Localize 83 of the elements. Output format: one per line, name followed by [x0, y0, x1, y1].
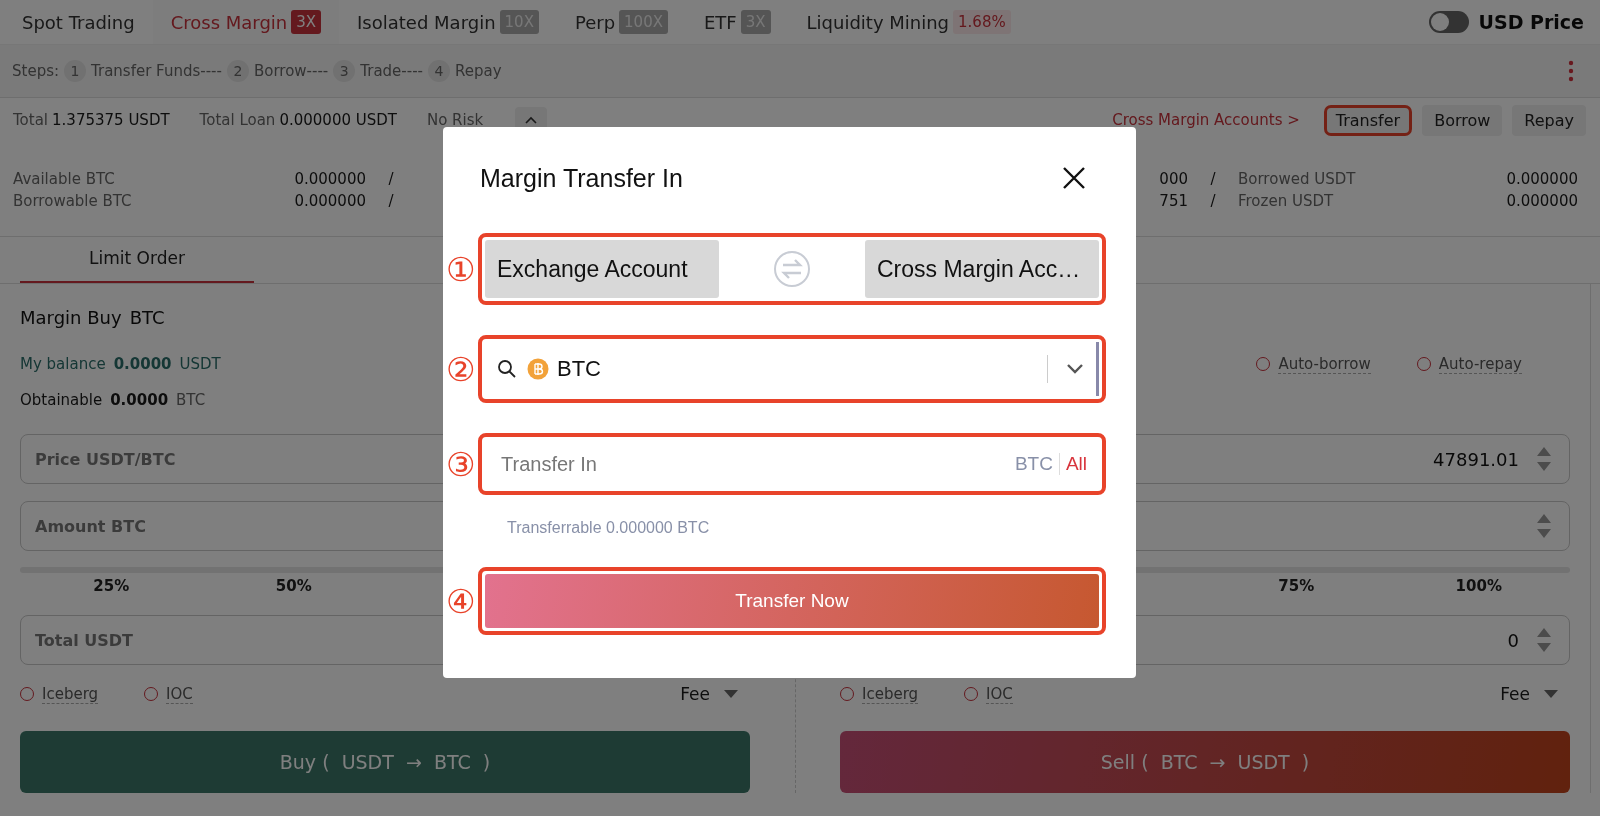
order-type-tab[interactable]: Limit Order	[20, 237, 254, 283]
market-tab[interactable]: Spot Trading	[4, 0, 153, 44]
steps-label: Steps:	[12, 62, 60, 80]
unit-label: BTC	[1014, 453, 1060, 475]
all-link[interactable]: All	[1059, 453, 1087, 475]
stepper-icon[interactable]	[1535, 626, 1553, 654]
step-number: 3	[333, 60, 356, 82]
separator-text: /	[387, 192, 395, 210]
step-marker: ②	[444, 352, 477, 386]
option-label: Auto-repay	[1438, 354, 1522, 374]
step-number: 4	[427, 60, 450, 82]
risk-label: No Risk	[426, 111, 484, 129]
balance-unit: USDT	[179, 355, 221, 373]
transfer-now-button[interactable]: Transfer Now	[485, 574, 1099, 628]
percent-label: 100%	[1454, 577, 1503, 595]
stat-label: Available BTC	[13, 170, 116, 188]
balance-label: My balance	[20, 355, 106, 373]
coin-icon	[525, 357, 549, 381]
from-account[interactable]: Exchange Account	[485, 240, 719, 298]
buy-button[interactable]: Buy ( USDT → BTC )	[20, 731, 750, 793]
obtainable-label: Obtainable	[20, 391, 103, 409]
close-icon[interactable]	[1062, 166, 1086, 190]
separator-text: /	[1209, 192, 1217, 210]
percent-label: 50%	[274, 577, 313, 595]
stat-value: 0.000000	[1505, 192, 1578, 210]
stat-value: 751	[1158, 192, 1188, 210]
swap-icon[interactable]	[773, 250, 811, 288]
more-icon[interactable]	[1568, 60, 1574, 82]
step-label: Transfer Funds----	[91, 62, 222, 80]
step-marker: ④	[444, 584, 477, 618]
step-number: 2	[226, 60, 249, 82]
separator-text: /	[387, 170, 395, 188]
loan-value: 0.000000 USDT	[279, 111, 397, 129]
account-button[interactable]: Borrow	[1422, 104, 1503, 136]
percent-label: 75%	[1277, 577, 1316, 595]
stat-value: 0.000000	[293, 192, 366, 210]
stat-value: 0.000000	[1505, 170, 1578, 188]
stepper-icon[interactable]	[1535, 512, 1553, 540]
stat-label: Borrowable BTC	[13, 192, 133, 210]
dropdown-icon[interactable]	[1544, 690, 1558, 698]
market-tab[interactable]: Liquidity Mining 1.68%	[788, 0, 1029, 44]
step-marker: ③	[444, 447, 477, 481]
dropdown-icon[interactable]	[724, 690, 738, 698]
separator-text: /	[1209, 170, 1217, 188]
step-label: Trade----	[360, 62, 423, 80]
total-label: Total	[13, 111, 49, 129]
obtainable-value: 0.0000	[110, 391, 169, 409]
stat-value: 0.000000	[293, 170, 366, 188]
coin-select[interactable]: BTC	[485, 342, 1099, 396]
step-label: Repay	[454, 62, 502, 80]
account-button[interactable]: Transfer	[1323, 104, 1413, 136]
option-label: Iceberg	[42, 684, 99, 704]
sell-button[interactable]: Sell ( BTC → USDT )	[840, 731, 1570, 793]
account-button[interactable]: Repay	[1512, 104, 1586, 136]
step-number: 1	[64, 60, 87, 82]
option-label: IOC	[166, 684, 193, 704]
option-label: Auto-borrow	[1278, 354, 1371, 374]
fee-label[interactable]: Fee	[1500, 684, 1530, 704]
caret-icon	[525, 116, 538, 124]
search-icon	[497, 359, 517, 379]
toggle-label: USD Price	[1478, 11, 1584, 33]
option-label: IOC	[986, 684, 1013, 704]
dialog-title: Margin Transfer In	[480, 163, 683, 193]
to-account[interactable]: Cross Margin Acc…	[865, 240, 1099, 298]
stat-label: Borrowed USDT	[1238, 170, 1357, 188]
panel-title: Margin Buy	[20, 306, 122, 328]
stepper-icon[interactable]	[1535, 445, 1553, 473]
balance-value: 0.0000	[113, 355, 172, 373]
percent-label: 25%	[92, 577, 131, 595]
accounts-link[interactable]: Cross Margin Accounts >	[1112, 111, 1300, 129]
fee-label[interactable]: Fee	[680, 684, 710, 704]
step-label: Borrow----	[253, 62, 329, 80]
asset-label: BTC	[129, 306, 165, 328]
stat-value: 000	[1158, 170, 1188, 188]
toggle-switch[interactable]	[1428, 11, 1469, 33]
step-marker: ①	[444, 252, 477, 286]
option-label: Iceberg	[862, 684, 919, 704]
chevron-down-icon	[1066, 363, 1084, 375]
transferrable-text: Transferrable 0.000000 BTC	[507, 519, 711, 537]
total-value: 1.375375 USDT	[52, 111, 170, 129]
loan-label: Total Loan	[199, 111, 276, 129]
obtainable-unit: BTC	[176, 391, 206, 409]
stat-label: Frozen USDT	[1238, 192, 1335, 210]
